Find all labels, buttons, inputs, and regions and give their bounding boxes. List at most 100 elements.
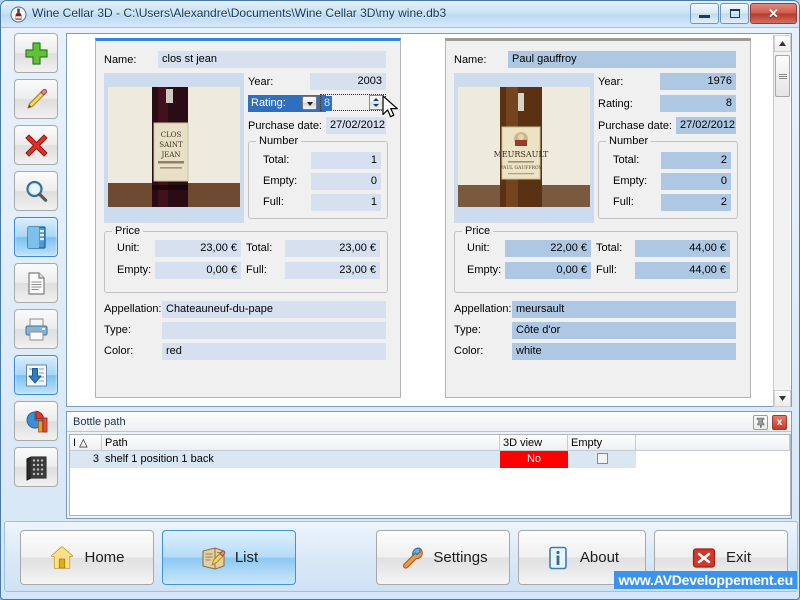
exit-x-icon (692, 547, 716, 568)
year-field-left[interactable]: 2003 (310, 73, 386, 90)
sidebar-item-add[interactable] (14, 33, 58, 73)
appellation-field-left[interactable]: Chateauneuf-du-pape (162, 301, 386, 318)
cell-index: 3 (92, 453, 99, 465)
color-field-right[interactable]: white (512, 343, 736, 360)
window-controls: ✕ (690, 3, 797, 24)
empty-checkbox[interactable] (596, 453, 608, 464)
price-total-field-left[interactable]: 23,00 € (285, 240, 380, 257)
price-total-field-right[interactable]: 44,00 € (635, 240, 730, 257)
number-total-label: Total: (263, 154, 290, 166)
wine-bottle-icon (10, 6, 27, 23)
price-empty-field-right[interactable]: 0,00 € (505, 262, 591, 279)
records-panel: Name: clos st jean CLOS SAINT JEAN Year:… (66, 33, 792, 407)
rating-editor-left[interactable]: 8 (320, 94, 386, 111)
rating-value-left: 8 (322, 96, 332, 111)
number-empty-field-left[interactable]: 0 (311, 173, 381, 190)
window-title: Wine Cellar 3D - C:\Users\Alexandre\Docu… (32, 6, 447, 20)
sidebar-item-print[interactable] (14, 309, 58, 349)
column-header-path[interactable]: Path (102, 435, 500, 450)
maximize-button[interactable] (720, 3, 749, 24)
name-field-right[interactable]: Paul gauffroy (508, 51, 736, 68)
table-row[interactable]: 3 shelf 1 position 1 back No (70, 451, 790, 468)
card-view-icon (26, 225, 46, 249)
color-field-left[interactable]: red (162, 343, 386, 360)
rating-field-right[interactable]: 8 (660, 95, 736, 112)
price-unit-field-right[interactable]: 22,00 € (505, 240, 591, 257)
list-button-label: List (234, 549, 259, 566)
settings-button[interactable]: Settings (376, 530, 510, 585)
sidebar-item-report[interactable] (14, 263, 58, 303)
sidebar-item-delete[interactable] (14, 125, 58, 165)
pie-chart-icon (26, 410, 47, 432)
scroll-up-arrow-icon[interactable] (774, 35, 791, 52)
pin-icon[interactable] (753, 415, 768, 430)
list-button[interactable]: List (162, 530, 296, 585)
number-full-field-left[interactable]: 1 (311, 194, 381, 211)
type-label: Type: (454, 324, 481, 336)
bottle-photo-right[interactable]: MEURSAULT PAUL GAUFFROY (454, 73, 594, 223)
price-full-field-right[interactable]: 44,00 € (635, 262, 730, 279)
sidebar-item-export[interactable] (14, 355, 58, 395)
grid-header-row: I △ Path 3D view Empty (70, 435, 790, 451)
sidebar-item-card-view[interactable] (14, 217, 58, 257)
price-total-label: Total: (596, 242, 623, 254)
minimize-button[interactable] (690, 3, 719, 24)
price-unit-field-left[interactable]: 23,00 € (155, 240, 241, 257)
record-card-right[interactable]: Name: Paul gauffroy MEURSAULT PAUL GAUFF… (445, 38, 751, 398)
about-button-label: About (579, 549, 620, 566)
number-total-field-right[interactable]: 2 (661, 152, 731, 169)
svg-text:MEURSAULT: MEURSAULT (494, 150, 549, 159)
column-header-index[interactable]: I △ (70, 435, 102, 450)
price-empty-label: Empty: (467, 264, 502, 276)
sidebar-item-search[interactable] (14, 171, 58, 211)
cell-filler (636, 451, 790, 468)
number-total-label: Total: (613, 154, 640, 166)
column-header-empty[interactable]: Empty (568, 435, 636, 450)
price-full-field-left[interactable]: 23,00 € (285, 262, 380, 279)
year-field-right[interactable]: 1976 (660, 73, 736, 90)
scrollbar-thumb[interactable] (775, 55, 790, 97)
sidebar-item-statistics[interactable] (14, 401, 58, 441)
export-download-icon (25, 364, 47, 386)
record-card-left[interactable]: Name: clos st jean CLOS SAINT JEAN Year:… (95, 38, 401, 398)
svg-text:SAINT: SAINT (159, 141, 183, 149)
sidebar-item-edit[interactable] (14, 79, 58, 119)
wine-bottle-photo-meursault: MEURSAULT PAUL GAUFFROY (458, 87, 590, 207)
number-empty-field-right[interactable]: 0 (661, 173, 731, 190)
bottom-toolbar: Home List Settings About Exit www.AVDeve… (4, 521, 798, 592)
rating-label: Rating: (598, 97, 633, 110)
close-icon[interactable]: x (772, 415, 787, 430)
sidebar-item-cellar-3d[interactable] (14, 447, 58, 487)
number-total-field-left[interactable]: 1 (311, 152, 381, 169)
number-group-title: Number (256, 135, 302, 147)
appellation-field-right[interactable]: meursault (512, 301, 736, 318)
plus-icon (24, 41, 48, 65)
color-label: Color: (104, 345, 134, 357)
close-button[interactable]: ✕ (750, 3, 797, 24)
cell-3d-view-badge: No (500, 451, 568, 468)
cell-empty[interactable] (568, 451, 636, 468)
type-field-right[interactable]: Côte d'or (512, 322, 736, 339)
scroll-down-arrow-icon[interactable] (774, 390, 791, 407)
purchase-date-field-left[interactable]: 27/02/2012 (326, 117, 386, 134)
chevron-down-icon[interactable] (302, 96, 317, 110)
column-header-3d-view[interactable]: 3D view (500, 435, 568, 450)
purchase-date-field-right[interactable]: 27/02/2012 (676, 117, 736, 134)
price-empty-field-left[interactable]: 0,00 € (155, 262, 241, 279)
spinner-up-icon[interactable] (373, 98, 379, 101)
number-full-label: Full: (263, 196, 284, 208)
records-scrollbar[interactable] (773, 35, 791, 407)
number-full-field-right[interactable]: 2 (661, 194, 731, 211)
minimize-icon (699, 15, 710, 18)
spinner-down-icon[interactable] (373, 104, 379, 107)
price-group-title: Price (462, 225, 494, 237)
home-button[interactable]: Home (20, 530, 154, 585)
rating-spinner-left[interactable] (369, 95, 384, 110)
bottle-photo-left[interactable]: CLOS SAINT JEAN (104, 73, 244, 223)
appellation-label: Appellation: (454, 303, 512, 315)
name-field-left[interactable]: clos st jean (158, 51, 386, 68)
document-icon (27, 271, 45, 295)
settings-button-label: Settings (433, 549, 488, 566)
left-sidebar (10, 33, 62, 519)
type-field-left[interactable] (162, 322, 386, 339)
